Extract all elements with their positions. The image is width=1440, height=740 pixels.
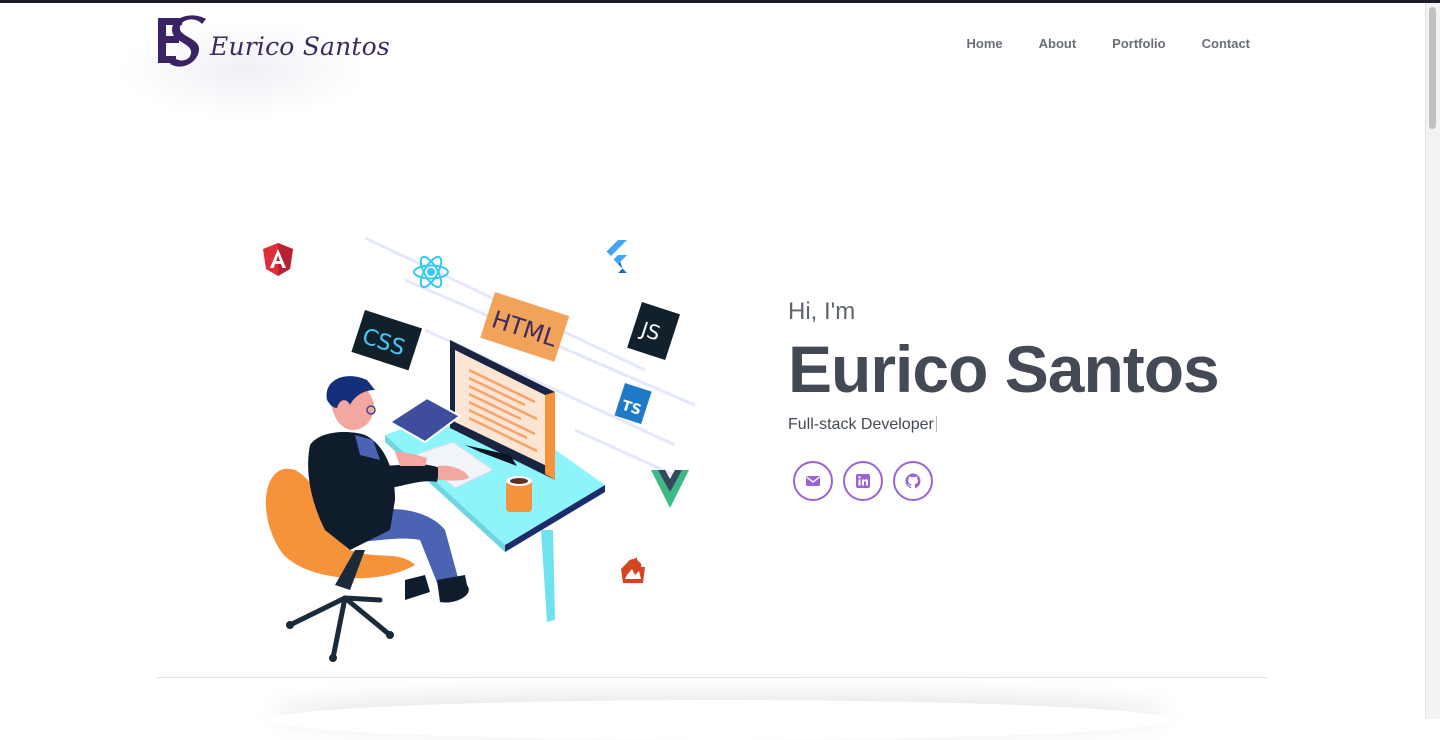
nav-portfolio[interactable]: Portfolio [1112,36,1165,51]
social-links [793,461,1288,501]
developer-illustration: HTML CSS JS TS [263,236,696,662]
window-top-border [0,0,1440,3]
email-button[interactable] [793,461,833,501]
nav-home[interactable]: Home [967,36,1003,51]
logo-monogram [158,15,206,67]
section-divider [157,677,1267,678]
ts-badge: TS [614,383,652,424]
hero-intro: Hi, I'm Eurico Santos Full-stack Develop… [788,296,1288,501]
coffee-mug [506,476,532,512]
css-badge: CSS [351,310,423,371]
html-badge: HTML [480,292,570,362]
nav-contact[interactable]: Contact [1202,36,1250,51]
hero-greeting: Hi, I'm [788,298,856,325]
vue-icon [651,470,689,508]
linkedin-icon [856,474,870,488]
github-button[interactable] [893,461,933,501]
hero-role-line: Full-stack Developer [788,414,1288,436]
page-scrollbar[interactable] [1425,3,1440,719]
typing-cursor [935,416,937,432]
tech-icon [621,557,645,583]
logo-name: Eurico Santos [210,32,390,61]
scrollbar-thumb[interactable] [1429,7,1436,129]
linkedin-button[interactable] [843,461,883,501]
js-badge: JS [627,302,681,361]
envelope-icon [806,476,820,486]
hero-name: Eurico Santos [788,332,1220,406]
hero-role: Full-stack Developer [788,416,934,433]
nav-about[interactable]: About [1039,36,1077,51]
flutter-icon [606,240,627,273]
main-nav: Home About Portfolio Contact [967,36,1251,51]
logo[interactable]: Eurico Santos [152,12,390,76]
next-section-card-edge [270,700,1170,740]
github-icon [905,473,921,489]
angular-icon [263,243,293,276]
